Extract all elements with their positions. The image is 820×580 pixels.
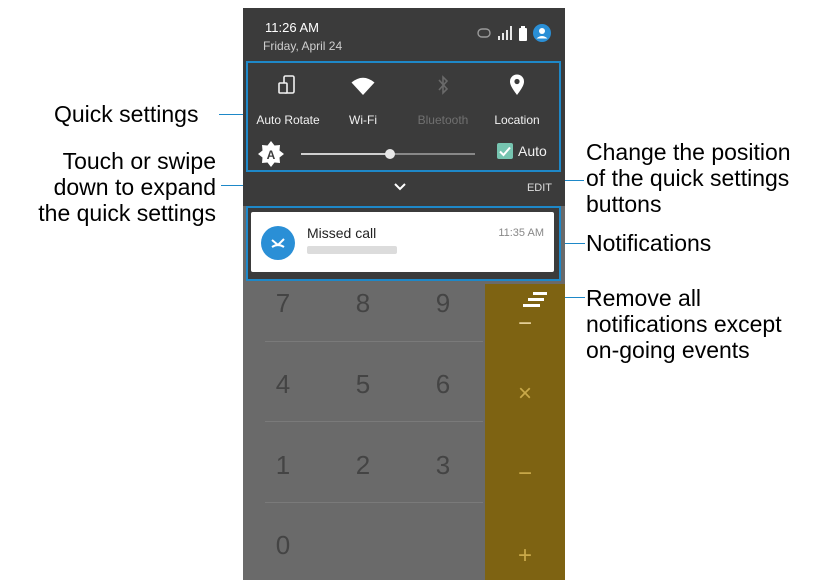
operator-plus[interactable]: + bbox=[485, 516, 565, 580]
status-date: Friday, April 24 bbox=[263, 39, 343, 53]
nfc-icon bbox=[477, 28, 491, 38]
missed-call-icon bbox=[271, 238, 285, 248]
leader-notifications bbox=[563, 243, 585, 244]
callout-change-position: Change the position of the quick setting… bbox=[586, 139, 791, 217]
dialpad-key-4[interactable]: 4 bbox=[243, 344, 323, 424]
operator-minus[interactable]: − bbox=[485, 434, 565, 514]
dialpad-key-0[interactable]: 0 bbox=[243, 505, 323, 580]
quick-settings-highlight bbox=[246, 61, 561, 172]
clear-all-icon[interactable] bbox=[519, 290, 549, 312]
operator-multiply[interactable]: × bbox=[485, 354, 565, 434]
notification-time: 11:35 AM bbox=[498, 227, 544, 239]
notification-subtext bbox=[307, 246, 397, 254]
status-bar: 11:26 AM Friday, April 24 bbox=[243, 8, 565, 62]
notification-title: Missed call bbox=[307, 225, 377, 241]
status-icons bbox=[477, 24, 551, 42]
dialpad-key-5[interactable]: 5 bbox=[323, 344, 403, 424]
chevron-down-icon[interactable] bbox=[393, 182, 407, 192]
missed-call-avatar bbox=[261, 226, 295, 260]
notification-missed-call[interactable]: Missed call 11:35 AM bbox=[251, 212, 554, 272]
callout-expand: Touch or swipe down to expand the quick … bbox=[38, 148, 216, 226]
battery-icon bbox=[519, 25, 527, 41]
callout-remove-all: Remove all notifications except on-going… bbox=[586, 285, 782, 363]
phone-screen: − × − + 7 8 9 4 5 6 1 2 3 0 11:26 AM Fri… bbox=[243, 8, 565, 580]
leader-quick-settings bbox=[219, 114, 246, 115]
callout-quick-settings: Quick settings bbox=[54, 101, 199, 127]
operator-column: − × − + bbox=[485, 284, 565, 580]
status-time: 11:26 AM bbox=[265, 20, 319, 35]
account-icon[interactable] bbox=[533, 24, 551, 42]
dialpad-key-6[interactable]: 6 bbox=[403, 344, 483, 424]
signal-icon bbox=[498, 26, 512, 40]
dialpad-key-2[interactable]: 2 bbox=[323, 425, 403, 505]
callout-notifications: Notifications bbox=[586, 230, 712, 256]
edit-button[interactable]: EDIT bbox=[527, 182, 552, 194]
dialpad-key-1[interactable]: 1 bbox=[243, 425, 323, 505]
dialpad-key-3[interactable]: 3 bbox=[403, 425, 483, 505]
quick-settings-footer: EDIT bbox=[243, 174, 565, 206]
